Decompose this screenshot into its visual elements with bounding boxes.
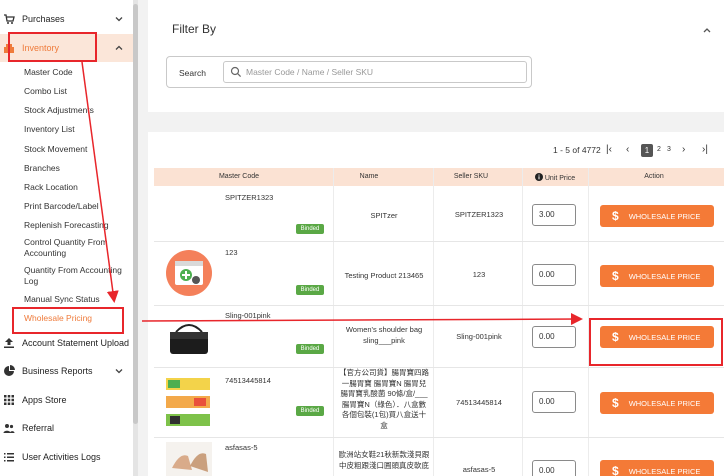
annotation-arrow: [141, 313, 583, 326]
annotation-arrows: [81, 61, 583, 326]
annotation-arrow: [81, 61, 119, 303]
